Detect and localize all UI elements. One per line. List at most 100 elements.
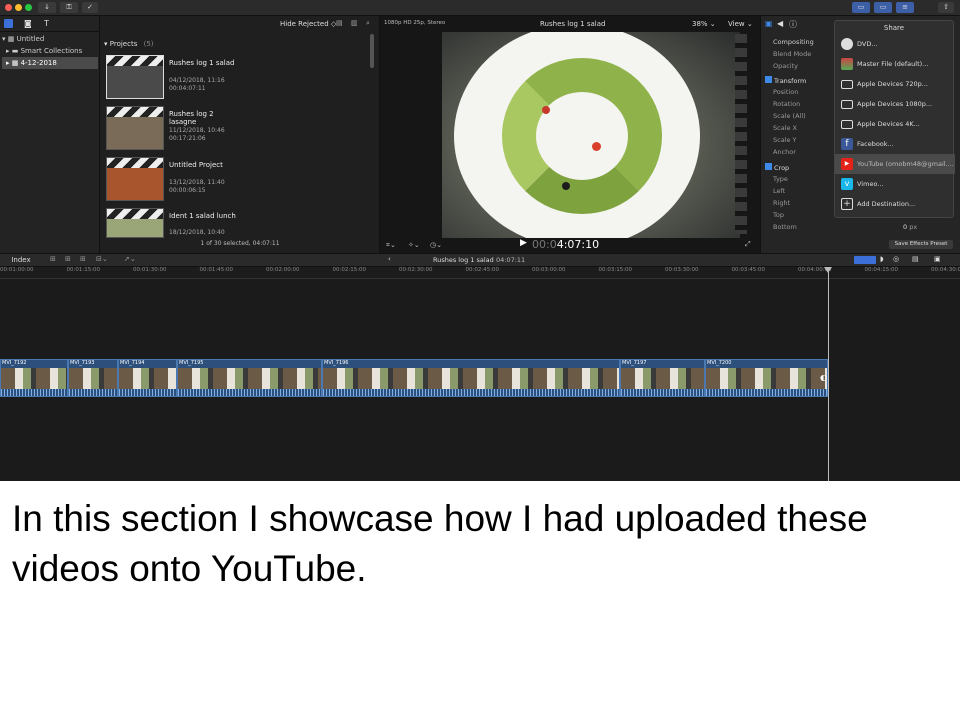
search-icon[interactable]: ⌕ <box>366 19 370 28</box>
video-inspector-icon[interactable]: ▣ <box>765 19 773 28</box>
apple-devices-icon <box>841 120 853 129</box>
library-item-untitled[interactable]: ▾ ▦ Untitled <box>2 33 44 45</box>
share-item-apple-1080p[interactable]: Apple Devices 1080p... <box>835 94 955 114</box>
clip-appearance-icon[interactable]: ▤ <box>912 255 919 263</box>
share-popover: Share DVD... Master File (default)... Ap… <box>834 20 955 218</box>
clip-label: MVI_7200 <box>707 360 732 366</box>
zoom-window-button[interactable] <box>25 4 32 11</box>
skimming-icon[interactable] <box>854 256 876 264</box>
select-tool-icon[interactable]: ➚⌄ <box>124 255 136 263</box>
import-icon[interactable]: ↓ <box>38 2 56 13</box>
timeline-clip[interactable]: MVI_7192 <box>0 359 68 397</box>
clip-label: MVI_7196 <box>324 360 349 366</box>
share-item-youtube[interactable]: ▶ YouTube (omobm48@gmail.... <box>835 154 955 174</box>
transform-menu-icon[interactable]: ⌗⌄ <box>386 241 396 250</box>
background-tasks-icon[interactable]: ✓ <box>82 2 98 13</box>
clip-end-handle[interactable]: ◐ <box>820 373 827 382</box>
clip-filmstrip <box>323 368 619 390</box>
minimize-window-button[interactable] <box>15 4 22 11</box>
audio-waveform <box>69 389 117 396</box>
show-browser-icon[interactable]: ▭ <box>852 2 870 13</box>
audio-skimming-icon[interactable]: ◗ <box>880 255 884 263</box>
share-item-dvd[interactable]: DVD... <box>835 34 955 54</box>
viewer: 1080p HD 25p, Stereo Rushes log 1 salad … <box>380 16 760 253</box>
timecode-display[interactable]: 00:04:07:10 <box>532 238 599 251</box>
hide-rejected-filter[interactable]: Hide Rejected ◇ <box>280 20 336 28</box>
timeline-clip[interactable]: MVI_7200 <box>705 359 828 397</box>
share-item-facebook[interactable]: f Facebook... <box>835 134 955 154</box>
crop-bottom-value[interactable]: 0 px <box>903 223 917 231</box>
timeline-clip[interactable]: MVI_7194 <box>118 359 177 397</box>
olive-image <box>562 182 570 190</box>
clip-filmstrip <box>178 368 321 390</box>
view-menu[interactable]: View ⌄ <box>728 20 753 28</box>
library-item-smart-collections[interactable]: ▸ ▬ Smart Collections <box>6 45 82 57</box>
keywords-icon[interactable]: ⚿ <box>60 2 78 13</box>
effects-browser-icon[interactable]: ▣ <box>934 255 941 263</box>
timeline-clip[interactable]: MVI_7193 <box>68 359 118 397</box>
titles-tab-icon[interactable]: T <box>44 19 49 28</box>
index-button[interactable]: Index <box>6 256 36 265</box>
clip-filmstrip <box>119 368 176 390</box>
libraries-tab-icon[interactable] <box>4 19 13 28</box>
checkbox-icon[interactable] <box>765 163 772 170</box>
play-button[interactable]: ▶ <box>520 238 527 248</box>
close-window-button[interactable] <box>5 4 12 11</box>
connect-clip-icon[interactable]: ⊞ <box>50 255 56 263</box>
audio-waveform <box>178 389 321 396</box>
ruler-tick: 00:01:30:00 <box>133 267 167 273</box>
insert-clip-icon[interactable]: ⊞ <box>65 255 71 263</box>
share-item-master-file[interactable]: Master File (default)... <box>835 54 955 74</box>
show-timeline-icon[interactable]: ▭ <box>874 2 892 13</box>
photos-tab-icon[interactable]: ◙ <box>24 19 32 28</box>
filmstrip-icon[interactable]: ▥ <box>351 19 358 27</box>
sidebar-tabs: ◙ T <box>0 16 100 32</box>
share-item-add-destination[interactable]: + Add Destination... <box>835 194 955 214</box>
share-item-vimeo[interactable]: v Vimeo... <box>835 174 955 194</box>
speed-icon[interactable]: ◷⌄ <box>430 241 442 249</box>
append-clip-icon[interactable]: ⊞ <box>80 255 86 263</box>
overwrite-clip-icon[interactable]: ⊟⌄ <box>96 255 108 263</box>
ruler-tick: 00:03:15:00 <box>598 267 633 273</box>
crop-top-label: Top <box>773 211 784 219</box>
enhancements-icon[interactable]: ✧⌄ <box>408 241 420 249</box>
back-icon[interactable]: ‹ <box>388 255 391 263</box>
timeline-clip[interactable]: MVI_7197 <box>620 359 705 397</box>
clip-label: MVI_7197 <box>622 360 647 366</box>
position-label: Position <box>773 88 799 96</box>
share-item-apple-4k[interactable]: Apple Devices 4K... <box>835 114 955 134</box>
solo-icon[interactable]: ◎ <box>893 255 899 263</box>
libraries-sidebar: ◙ T ▾ ▦ Untitled ▸ ▬ Smart Collections ▸… <box>0 16 100 253</box>
zoom-menu[interactable]: 38% ⌄ <box>692 20 716 28</box>
timeline-clip[interactable]: MVI_7196 <box>322 359 620 397</box>
compositing-section[interactable]: Compositing <box>773 38 814 46</box>
crop-section[interactable]: Crop <box>765 163 789 172</box>
library-item-event[interactable]: ▸ ▦ 4-12-2018 <box>2 57 98 69</box>
browser-scrollbar[interactable] <box>370 34 374 68</box>
master-file-icon <box>841 58 853 70</box>
share-item-apple-720p[interactable]: Apple Devices 720p... <box>835 74 955 94</box>
apple-devices-icon <box>841 100 853 109</box>
project-thumbnail <box>106 55 164 99</box>
save-effects-preset-button[interactable]: Save Effects Preset <box>889 240 953 249</box>
transform-section[interactable]: Transform <box>765 76 806 85</box>
timeline-clip[interactable]: MVI_7195 <box>177 359 322 397</box>
checkbox-icon[interactable] <box>765 76 772 83</box>
audio-inspector-icon[interactable]: ◀ <box>777 19 783 28</box>
opacity-label: Opacity <box>773 62 799 70</box>
fullscreen-icon[interactable]: ⤢ <box>745 240 751 249</box>
add-destination-icon: + <box>841 198 853 210</box>
video-frame <box>442 32 740 238</box>
disclosure-icon: ▾ ▦ <box>2 35 17 43</box>
projects-header[interactable]: ▾ Projects (5) <box>104 40 154 48</box>
share-icon[interactable]: ⇧ <box>938 2 954 13</box>
info-inspector-icon[interactable]: ⓘ <box>789 19 797 30</box>
playhead[interactable] <box>828 267 829 481</box>
timeline-ruler[interactable]: 00:01:00:00 00:01:15:00 00:01:30:00 00:01:4… <box>0 267 960 279</box>
clip-appearance-icon[interactable]: ▤ <box>336 19 343 27</box>
facebook-icon: f <box>841 138 853 150</box>
timeline-project-title: Rushes log 1 salad <box>433 256 494 264</box>
show-inspector-icon[interactable]: ≡ <box>896 2 914 13</box>
rotation-label: Rotation <box>773 100 801 108</box>
ruler-tick: 00:02:00:00 <box>266 267 300 273</box>
